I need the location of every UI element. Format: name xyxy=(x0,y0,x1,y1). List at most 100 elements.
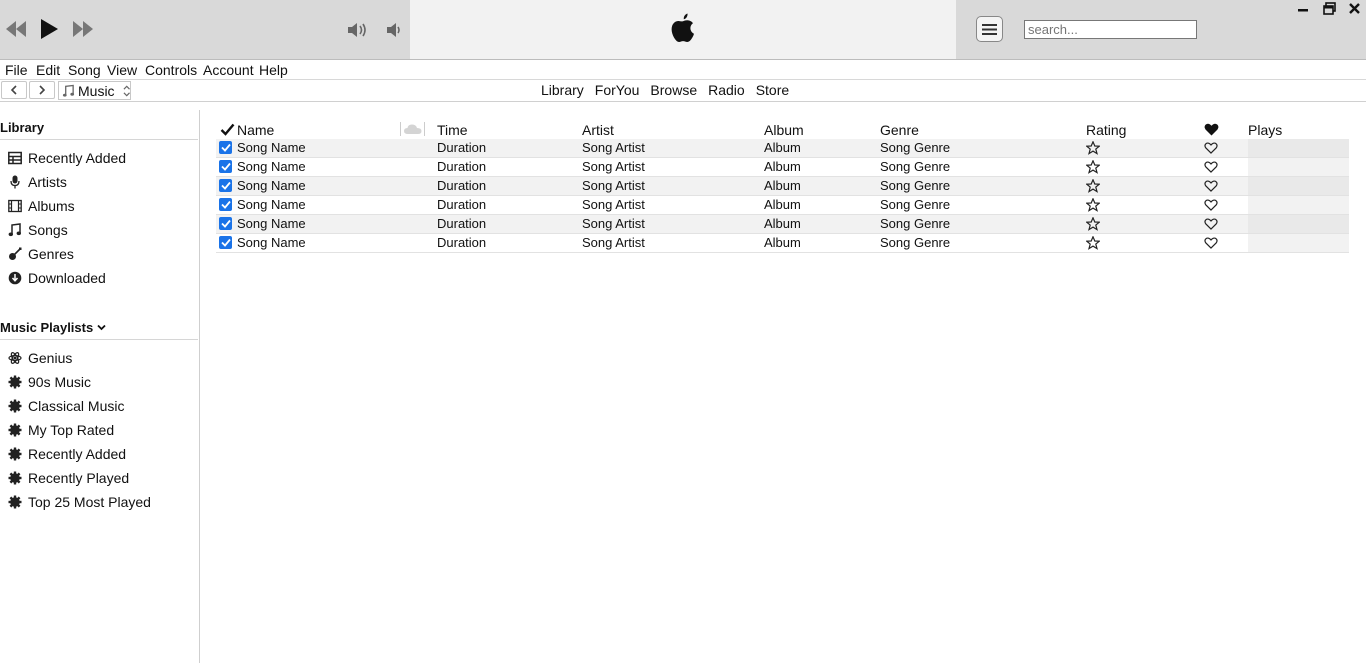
heart-outline-icon[interactable] xyxy=(1204,199,1218,211)
close-button[interactable] xyxy=(1346,0,1362,16)
checkmark-icon xyxy=(220,238,231,247)
menu-view[interactable]: View xyxy=(107,62,137,78)
cell-album: Album xyxy=(764,216,801,231)
sidebar-item-downloaded[interactable]: Downloaded xyxy=(8,268,106,288)
star-outline-icon[interactable] xyxy=(1086,236,1100,250)
minimize-button[interactable] xyxy=(1296,1,1310,15)
menu-edit[interactable]: Edit xyxy=(36,62,60,78)
column-divider xyxy=(424,122,425,136)
row-checkbox[interactable] xyxy=(219,141,232,154)
playlist-item-my-top-rated[interactable]: My Top Rated xyxy=(8,420,114,440)
nav-radio[interactable]: Radio xyxy=(708,82,745,98)
star-outline-icon[interactable] xyxy=(1086,141,1100,155)
rewind-button[interactable] xyxy=(4,18,28,40)
volume-up-button[interactable] xyxy=(347,21,369,39)
playback-controls xyxy=(0,0,410,59)
table-row[interactable]: Song Name Duration Song Artist Album Son… xyxy=(216,215,1349,234)
nav-for-you[interactable]: ForYou xyxy=(595,82,640,98)
star-outline-icon[interactable] xyxy=(1086,179,1100,193)
up-down-arrows-icon xyxy=(123,84,130,97)
sidebar: Library Recently Added Artists Albums So… xyxy=(0,110,200,663)
menu-song[interactable]: Song xyxy=(68,62,101,78)
checkmark-icon xyxy=(220,219,231,228)
sidebar-item-artists[interactable]: Artists xyxy=(8,172,67,192)
table-row[interactable]: Song Name Duration Song Artist Album Son… xyxy=(216,177,1349,196)
table-row[interactable]: Song Name Duration Song Artist Album Son… xyxy=(216,196,1349,215)
gear-icon xyxy=(8,399,22,413)
table-row[interactable]: Song Name Duration Song Artist Album Son… xyxy=(216,139,1349,158)
cell-name: Song Name xyxy=(237,159,306,174)
playlists-section-header[interactable]: Music Playlists xyxy=(0,320,198,340)
column-header-name[interactable]: Name xyxy=(237,122,274,138)
nav-library[interactable]: Library xyxy=(541,82,584,98)
maximize-button[interactable] xyxy=(1321,0,1337,16)
minimize-icon xyxy=(1298,9,1308,12)
star-outline-icon[interactable] xyxy=(1086,217,1100,231)
checkmark-icon[interactable] xyxy=(220,123,235,136)
heart-outline-icon[interactable] xyxy=(1204,180,1218,192)
nav-browse[interactable]: Browse xyxy=(650,82,697,98)
column-header-artist[interactable]: Artist xyxy=(582,122,614,138)
playlist-item-recently-added[interactable]: Recently Added xyxy=(8,444,126,464)
sidebar-item-albums[interactable]: Albums xyxy=(8,196,75,216)
row-checkbox[interactable] xyxy=(219,160,232,173)
column-header-album[interactable]: Album xyxy=(764,122,804,138)
nav-store[interactable]: Store xyxy=(756,82,789,98)
column-header-time[interactable]: Time xyxy=(437,122,468,138)
heart-filled-icon[interactable] xyxy=(1204,123,1219,136)
sidebar-item-genres[interactable]: Genres xyxy=(8,244,74,264)
table-row[interactable]: Song Name Duration Song Artist Album Son… xyxy=(216,158,1349,177)
fast-forward-button[interactable] xyxy=(71,18,95,40)
heart-outline-icon[interactable] xyxy=(1204,218,1218,230)
heart-outline-icon[interactable] xyxy=(1204,142,1218,154)
cell-artist: Song Artist xyxy=(582,140,645,155)
back-button[interactable] xyxy=(1,81,27,99)
column-header-plays[interactable]: Plays xyxy=(1248,122,1282,138)
cell-time: Duration xyxy=(437,140,487,155)
menu-button[interactable] xyxy=(976,16,1003,42)
playlist-item-classical-music[interactable]: Classical Music xyxy=(8,396,124,416)
search-input[interactable] xyxy=(1024,20,1197,39)
play-button[interactable] xyxy=(38,16,60,42)
row-checkbox[interactable] xyxy=(219,217,232,230)
heart-outline-icon[interactable] xyxy=(1204,161,1218,173)
sidebar-item-recently-added[interactable]: Recently Added xyxy=(8,148,126,168)
checkmark-icon xyxy=(220,200,231,209)
playlist-item-top-25-most-played[interactable]: Top 25 Most Played xyxy=(8,492,151,512)
playlist-item-genius[interactable]: Genius xyxy=(8,348,72,368)
playlist-item-recently-played[interactable]: Recently Played xyxy=(8,468,129,488)
sidebar-item-label: Recently Added xyxy=(28,150,127,166)
microphone-icon xyxy=(10,175,20,189)
star-outline-icon[interactable] xyxy=(1086,160,1100,174)
menu-help[interactable]: Help xyxy=(259,62,288,78)
gear-icon xyxy=(8,471,22,485)
playlist-item-label: Recently Played xyxy=(28,470,130,486)
menu-file[interactable]: File xyxy=(5,62,28,78)
cell-genre: Song Genre xyxy=(880,216,951,231)
table-row[interactable]: Song Name Duration Song Artist Album Son… xyxy=(216,234,1349,253)
media-type-select[interactable]: Music xyxy=(58,81,131,100)
column-header-rating[interactable]: Rating xyxy=(1086,122,1126,138)
cell-artist: Song Artist xyxy=(582,197,645,212)
cell-time: Duration xyxy=(437,159,487,174)
star-outline-icon[interactable] xyxy=(1086,198,1100,212)
cell-genre: Song Genre xyxy=(880,140,951,155)
row-checkbox[interactable] xyxy=(219,179,232,192)
play-icon xyxy=(41,19,58,39)
playlist-item-90s-music[interactable]: 90s Music xyxy=(8,372,91,392)
forward-button[interactable] xyxy=(29,81,55,99)
playlist-item-label: Genius xyxy=(28,350,73,366)
menu-account[interactable]: Account xyxy=(203,62,254,78)
volume-down-button[interactable] xyxy=(385,21,403,39)
sidebar-item-songs[interactable]: Songs xyxy=(8,220,68,240)
cloud-icon[interactable] xyxy=(403,123,423,135)
heart-outline-icon[interactable] xyxy=(1204,237,1218,249)
cell-genre: Song Genre xyxy=(880,197,951,212)
menu-controls[interactable]: Controls xyxy=(145,62,197,78)
sidebar-item-label: Downloaded xyxy=(28,270,106,286)
row-checkbox[interactable] xyxy=(219,236,232,249)
playlist-item-label: My Top Rated xyxy=(28,422,115,438)
playlist-item-label: 90s Music xyxy=(28,374,92,390)
column-header-genre[interactable]: Genre xyxy=(880,122,919,138)
row-checkbox[interactable] xyxy=(219,198,232,211)
